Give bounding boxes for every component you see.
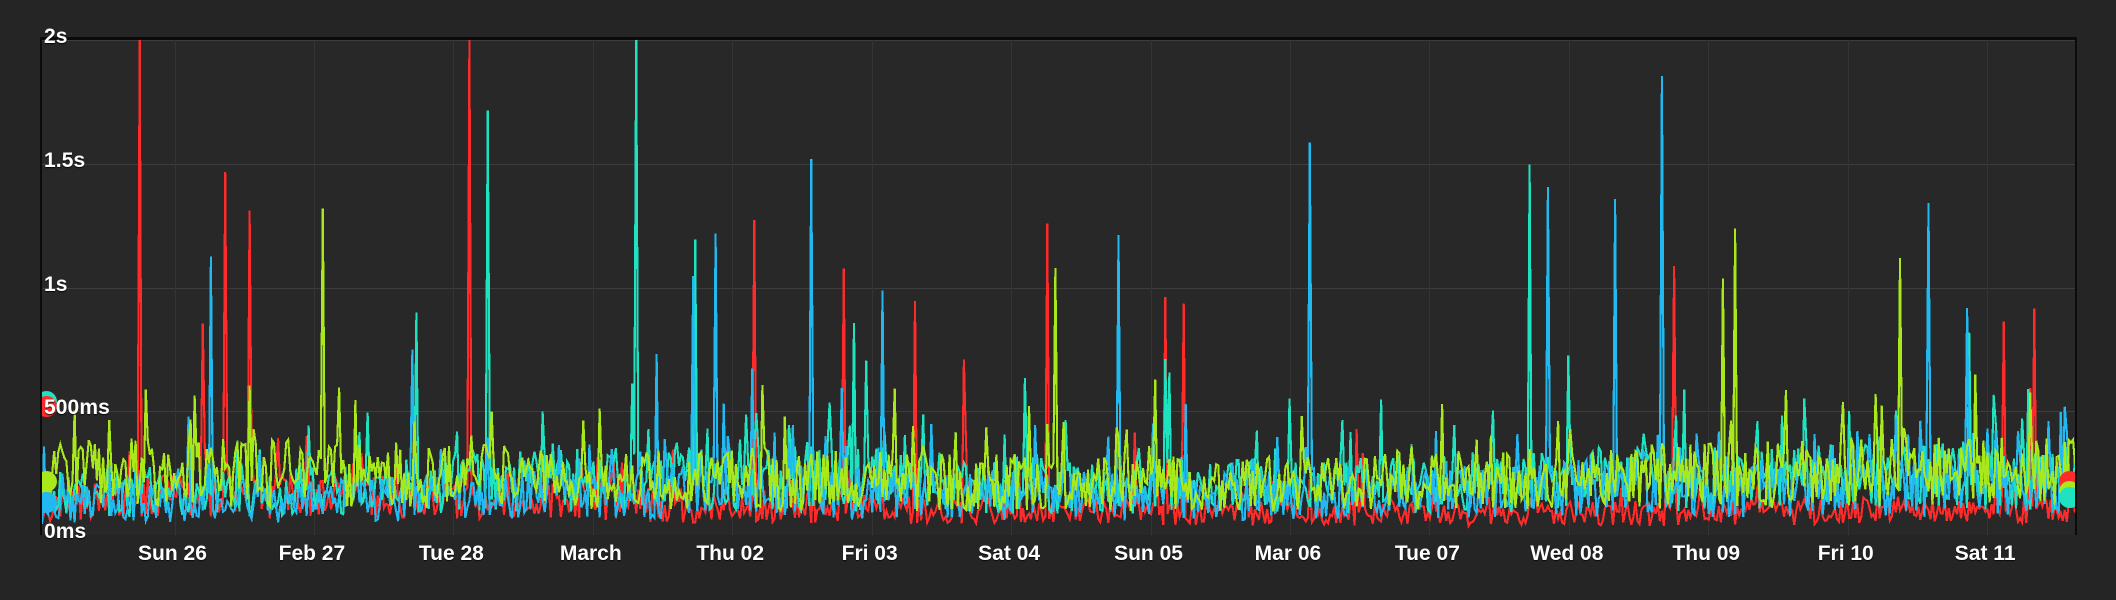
x-axis-tick-label: Wed 08 [1530,542,1604,565]
x-axis-tick-label: Thu 09 [1672,542,1741,565]
x-axis-tick-label: Thu 02 [696,542,765,565]
plot-frame[interactable] [40,37,2077,535]
x-axis-tick-label: Sat 04 [978,542,1041,565]
series-line-series-red [42,40,2075,530]
latency-chart[interactable]: 2s 1.5s 1s 500ms 0ms Sun 26 Feb 27 Tue 28 March… [0,0,2116,600]
x-axis-tick-label: Sat 11 [1954,542,2016,565]
x-axis-tick-label: Mar 06 [1254,542,1322,565]
series-layer [42,40,2075,530]
plot-area[interactable] [42,40,2075,535]
x-axis-tick-label: Fri 10 [1817,542,1874,565]
series-line-series-yellowgreen [42,208,2075,513]
series-line-series-cyan [42,40,2075,519]
x-axis-tick-label: Sun 26 [138,542,207,565]
x-axis-tick-label: March [559,542,622,565]
x-axis-tick-label: Tue 07 [1394,542,1460,565]
x-axis-tick-label: Fri 03 [841,542,898,565]
x-axis-tick-label: Sun 05 [1114,542,1183,565]
x-axis-tick-label: Feb 27 [278,542,346,565]
series-line-series-lightblue [42,75,2075,526]
x-axis-tick-label: Tue 28 [418,542,484,565]
